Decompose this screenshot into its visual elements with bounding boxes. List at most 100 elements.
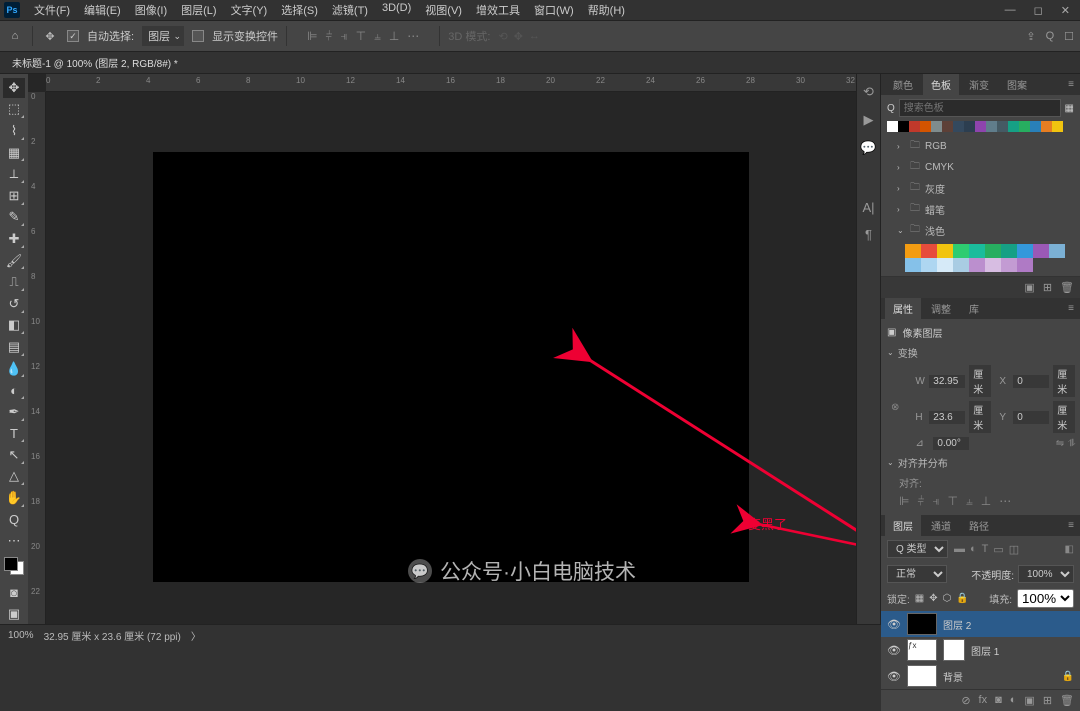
swatch[interactable] xyxy=(1001,258,1017,272)
eyedropper-tool[interactable]: ✎ xyxy=(3,208,25,228)
character-panel-icon[interactable]: A| xyxy=(862,200,874,215)
filter-type-icon[interactable]: T xyxy=(982,543,989,556)
delete-layer-icon[interactable]: 🗑 xyxy=(1060,694,1074,707)
height-field[interactable]: 23.6 xyxy=(929,411,965,424)
layer-style-icon[interactable]: fx xyxy=(979,694,988,707)
flip-h-icon[interactable]: ⇋ xyxy=(1056,438,1064,449)
lock-position-icon[interactable]: ✥ xyxy=(929,593,937,604)
more-align-icon[interactable]: ⋯ xyxy=(407,29,419,44)
tab-paths[interactable]: 路径 xyxy=(961,515,997,536)
delete-swatch-icon[interactable]: 🗑 xyxy=(1060,281,1074,294)
tab-adjustments[interactable]: 调整 xyxy=(923,298,959,319)
align-top-icon[interactable]: ⊤ xyxy=(356,29,366,44)
share-icon[interactable]: ⇪ xyxy=(1026,30,1035,43)
swatch[interactable] xyxy=(1052,121,1063,132)
shape-tool[interactable]: △ xyxy=(3,467,25,487)
color-swatches[interactable] xyxy=(4,557,24,575)
tab-color[interactable]: 颜色 xyxy=(885,74,921,95)
tab-swatches[interactable]: 色板 xyxy=(923,74,959,95)
close-button[interactable]: ✕ xyxy=(1061,4,1070,17)
workspace-icon[interactable]: ☐ xyxy=(1064,30,1074,43)
dodge-tool[interactable]: ◐ xyxy=(3,380,25,400)
document-info[interactable]: 32.95 厘米 x 23.6 厘米 (72 ppi) xyxy=(44,628,181,643)
layer-row[interactable]: 👁背景🔒 xyxy=(881,663,1080,689)
align-bottom-icon[interactable]: ⊥ xyxy=(981,494,991,509)
align-left-icon[interactable]: ⊫ xyxy=(899,494,909,509)
swatch[interactable] xyxy=(1017,244,1033,258)
swatch[interactable] xyxy=(942,121,953,132)
new-group-icon[interactable]: ▣ xyxy=(1024,694,1034,707)
lock-nest-icon[interactable]: ⬡ xyxy=(943,593,952,604)
swatch[interactable] xyxy=(921,244,937,258)
swatch[interactable] xyxy=(931,121,942,132)
swatch[interactable] xyxy=(898,121,909,132)
marquee-tool[interactable]: ⬚ xyxy=(3,100,25,120)
auto-select-dropdown[interactable]: 图层 xyxy=(142,26,184,46)
swatch-search-input[interactable] xyxy=(899,99,1061,117)
zoom-level[interactable]: 100% xyxy=(8,630,34,641)
pen-tool[interactable]: ✒ xyxy=(3,402,25,422)
swatch[interactable] xyxy=(1049,244,1065,258)
align-vcenter-icon[interactable]: ⫨ xyxy=(374,29,381,44)
new-layer-icon[interactable]: ⊞ xyxy=(1043,694,1052,707)
layer-name[interactable]: 背景 xyxy=(943,669,963,684)
tab-libraries[interactable]: 库 xyxy=(961,298,987,319)
blur-tool[interactable]: 💧 xyxy=(3,359,25,379)
new-group-icon[interactable]: ▣ xyxy=(1024,281,1034,294)
swatch[interactable] xyxy=(1041,121,1052,132)
swatch[interactable] xyxy=(975,121,986,132)
panel-menu-icon[interactable]: ≡ xyxy=(1060,517,1080,534)
swatch[interactable] xyxy=(969,258,985,272)
new-swatch-icon[interactable]: ⊞ xyxy=(1043,281,1052,294)
crop-tool[interactable]: ⟂ xyxy=(3,164,25,184)
menu-help[interactable]: 帮助(H) xyxy=(582,0,631,20)
swatch-folder[interactable]: ›🗀蜡笔 xyxy=(887,199,1074,220)
align-right-icon[interactable]: ⫣ xyxy=(932,494,939,509)
align-bottom-icon[interactable]: ⊥ xyxy=(389,29,399,44)
panel-menu-icon[interactable]: ≡ xyxy=(1060,300,1080,317)
flip-v-icon[interactable]: ⥮ xyxy=(1068,438,1075,449)
lasso-tool[interactable]: ⌇ xyxy=(3,121,25,141)
swatch[interactable] xyxy=(937,258,953,272)
brush-tool[interactable]: 🖌 xyxy=(3,251,25,271)
filter-pixel-icon[interactable]: ▬ xyxy=(954,543,965,556)
filter-toggle[interactable]: ◧ xyxy=(1065,544,1074,555)
swatch[interactable] xyxy=(909,121,920,132)
filter-shape-icon[interactable]: ▭ xyxy=(993,543,1003,556)
link-layers-icon[interactable]: ⊘ xyxy=(961,694,970,707)
fill-dropdown[interactable]: 100% xyxy=(1017,589,1074,608)
align-left-icon[interactable]: ⊫ xyxy=(307,29,317,44)
document-tab[interactable]: 未标题-1 @ 100% (图层 2, RGB/8#) * xyxy=(0,52,1080,74)
swatch[interactable] xyxy=(953,244,969,258)
doc-info-chevron[interactable]: 〉 xyxy=(191,628,201,643)
menu-layer[interactable]: 图层(L) xyxy=(175,0,222,20)
healing-tool[interactable]: ✚ xyxy=(3,229,25,249)
frame-tool[interactable]: ⊞ xyxy=(3,186,25,206)
swatch[interactable] xyxy=(986,121,997,132)
minimize-button[interactable]: — xyxy=(1005,4,1016,17)
layer-row[interactable]: 👁ƒx图层 1 xyxy=(881,637,1080,663)
visibility-toggle[interactable]: 👁 xyxy=(887,644,901,657)
eraser-tool[interactable]: ◧ xyxy=(3,316,25,336)
opacity-dropdown[interactable]: 100% xyxy=(1018,565,1074,583)
auto-select-checkbox[interactable]: ✓ xyxy=(67,30,79,42)
layer-thumbnail[interactable]: ƒx xyxy=(907,639,937,661)
layer-filter-dropdown[interactable]: Q 类型 xyxy=(887,540,948,558)
x-field[interactable]: 0 xyxy=(1013,375,1049,388)
layer-mask-thumbnail[interactable] xyxy=(943,639,965,661)
visibility-toggle[interactable]: 👁 xyxy=(887,618,901,631)
object-select-tool[interactable]: ▦ xyxy=(3,143,25,163)
foreground-color[interactable] xyxy=(4,557,18,571)
menu-file[interactable]: 文件(F) xyxy=(28,0,76,20)
quick-mask-tool[interactable]: ◙ xyxy=(3,583,25,603)
swatch[interactable] xyxy=(953,121,964,132)
align-section-label[interactable]: 对齐并分布 xyxy=(898,455,948,470)
zoom-tool[interactable]: Q xyxy=(3,510,25,530)
move-tool[interactable]: ✥ xyxy=(3,78,25,98)
menu-edit[interactable]: 编辑(E) xyxy=(78,0,127,20)
tab-patterns[interactable]: 图案 xyxy=(999,74,1035,95)
home-icon[interactable]: ⌂ xyxy=(6,27,24,45)
menu-filter[interactable]: 滤镜(T) xyxy=(326,0,374,20)
tab-gradients[interactable]: 渐变 xyxy=(961,74,997,95)
swatch-grid-icon[interactable]: ▦ xyxy=(1065,103,1074,114)
